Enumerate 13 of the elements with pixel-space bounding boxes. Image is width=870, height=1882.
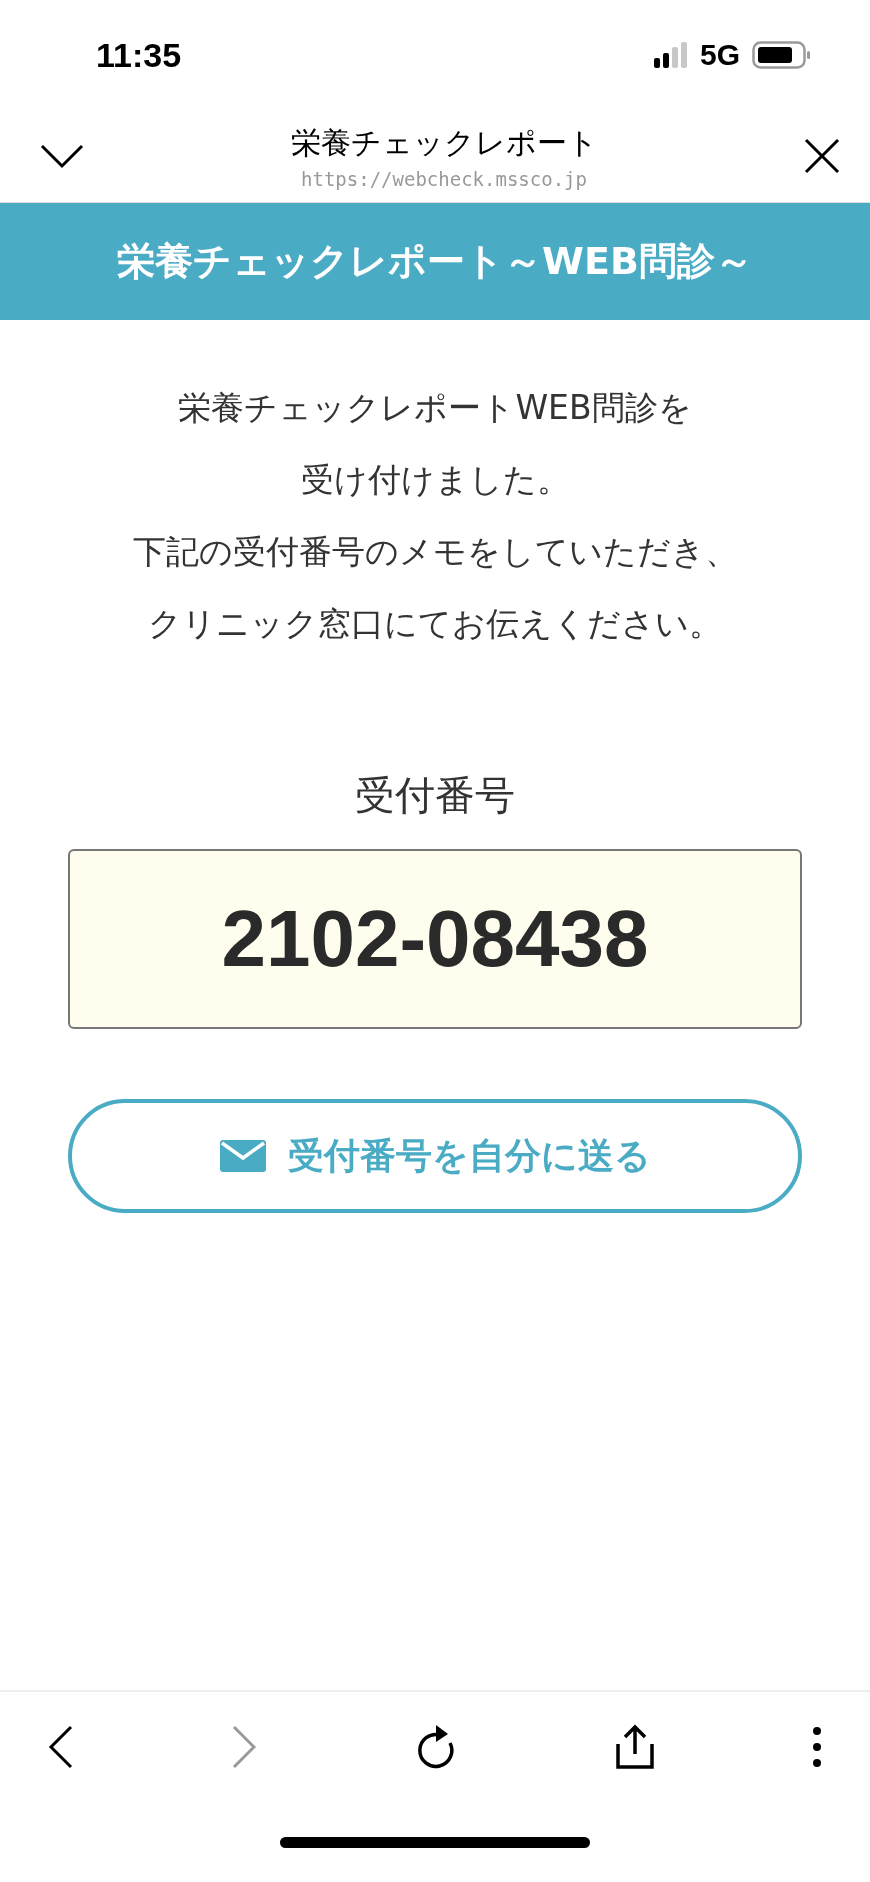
send-button[interactable]: 受付番号を自分に送る [68, 1099, 802, 1213]
more-icon [812, 1726, 822, 1768]
mail-icon [219, 1140, 266, 1172]
status-time: 11:35 [96, 35, 182, 75]
signal-icon [653, 42, 688, 68]
page-banner: 栄養チェックレポート～WEB問診～ [0, 203, 870, 320]
page-title: 栄養チェックレポート [290, 123, 598, 162]
battery-icon [752, 41, 812, 69]
page-url: https://webcheck.mssco.jp [301, 167, 587, 190]
receipt-label: 受付番号 [355, 771, 515, 820]
receipt-number: 2102-08438 [68, 849, 802, 1029]
network-label: 5G [699, 38, 740, 72]
confirmation-message: 栄養チェックレポートWEB問診を 受け付けました。 下記の受付番号のメモをしていただき、 クリニック窓口にてお伝えください。 [132, 387, 738, 645]
